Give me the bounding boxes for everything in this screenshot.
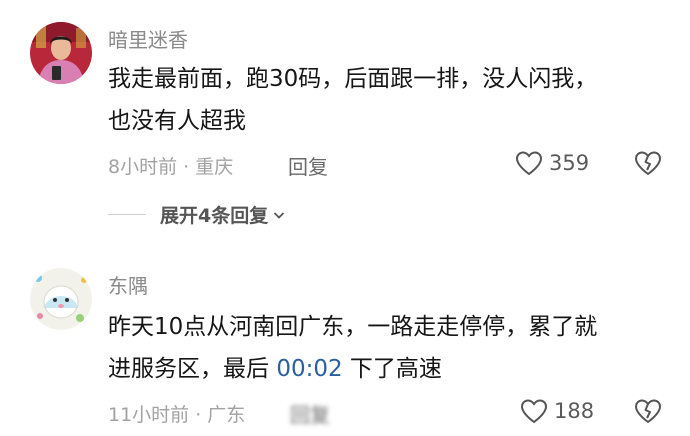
comment-meta: 8小时前 · 重庆 (108, 156, 234, 178)
like-count: 359 (549, 151, 590, 175)
dislike-button[interactable] (634, 398, 662, 426)
chevron-down-icon (274, 211, 285, 219)
comment-item: 东隅 昨天10点从河南回广东，一路走走停停，累了就 进服务区，最后 00:02 … (0, 260, 690, 436)
comment-text-line: 昨天10点从河南回广东，一路走走停停，累了就 (108, 314, 598, 340)
reply-button[interactable]: 回复 (288, 151, 328, 180)
comment-text-segment: 下了高速 (342, 356, 442, 382)
username[interactable]: 暗里迷香 (108, 24, 188, 53)
comment-text-line: 也没有人超我 (108, 108, 246, 134)
comment-text-line: 进服务区，最后 00:02 下了高速 (108, 348, 668, 390)
heart-outline-icon (520, 399, 548, 424)
comment-item: 暗里迷香 我走最前面，跑30码，后面跟一排，没人闪我， 也没有人超我 8小时前 … (0, 0, 690, 240)
like-button[interactable]: 359 (515, 149, 589, 177)
dislike-button[interactable] (634, 150, 662, 178)
comment-text-line: 我走最前面，跑30码，后面跟一排，没人闪我， (108, 66, 598, 92)
comment-text: 昨天10点从河南回广东，一路走走停停，累了就 进服务区，最后 00:02 下了高… (108, 306, 668, 390)
heart-outline-icon (515, 151, 543, 176)
timestamp-link[interactable]: 00:02 (276, 356, 342, 382)
avatar[interactable] (30, 268, 92, 330)
like-count: 188 (554, 399, 595, 423)
like-button[interactable]: 188 (520, 397, 594, 425)
avatar[interactable] (30, 22, 92, 84)
comment-text-segment: 进服务区，最后 (108, 356, 277, 382)
divider (108, 214, 146, 215)
comment-meta: 11小时前 · 广东 (108, 404, 246, 426)
broken-heart-icon (634, 399, 662, 424)
broken-heart-icon (634, 151, 662, 176)
expand-replies-button[interactable]: 展开4条回复 (108, 201, 286, 228)
expand-replies-label: 展开4条回复 (160, 205, 269, 227)
reply-button[interactable]: 回复 (290, 399, 330, 428)
comment-text: 我走最前面，跑30码，后面跟一排，没人闪我， 也没有人超我 (108, 58, 668, 142)
username[interactable]: 东隅 (108, 270, 148, 299)
